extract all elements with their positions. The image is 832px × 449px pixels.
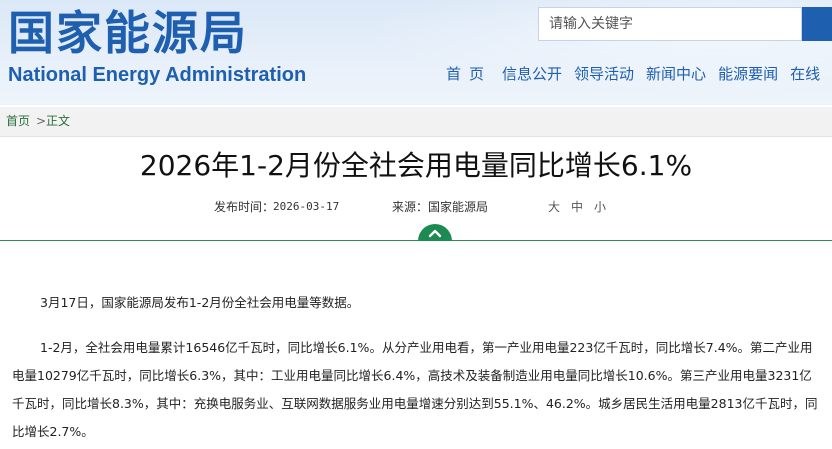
search-button[interactable] — [802, 7, 832, 41]
chevron-up-icon — [428, 229, 442, 238]
publish-date: 2026-03-17 — [273, 200, 340, 213]
site-logo-chinese[interactable]: 国家能源局 — [8, 6, 248, 60]
article-title: 2026年1-2月份全社会用电量同比增长6.1% — [139, 149, 693, 182]
font-size-small-button[interactable]: 小 — [594, 198, 606, 216]
publish-date-label: 发布时间： — [214, 200, 275, 214]
nav-item-home[interactable]: 首页 — [446, 62, 492, 86]
collapse-toggle-button[interactable] — [418, 224, 452, 241]
source-label: 来源： — [392, 200, 429, 214]
nav-item-online[interactable]: 在线 — [790, 62, 820, 86]
site-header: 国家能源局 National Energy Administration 首页 … — [0, 0, 832, 105]
font-size-large-button[interactable]: 大 — [548, 198, 560, 216]
nav-item-energy-news[interactable]: 能源要闻 — [718, 62, 778, 86]
main-nav: 首页 信息公开 领导活动 新闻中心 能源要闻 在线 — [446, 62, 832, 86]
article-paragraph: 1-2月，全社会用电量累计16546亿千瓦时，同比增长6.1%。从分产业用电看，… — [12, 340, 818, 439]
title-divider — [0, 240, 832, 241]
nav-item-info-disclosure[interactable]: 信息公开 — [502, 62, 562, 86]
breadcrumb: 首页 > 正文 — [0, 107, 832, 137]
breadcrumb-separator: > — [36, 114, 47, 128]
breadcrumb-current: 正文 — [46, 114, 71, 128]
article-paragraph: 3月17日，国家能源局发布1-2月份全社会用电量等数据。 — [40, 295, 360, 310]
search-input[interactable] — [538, 7, 802, 41]
font-size-medium-button[interactable]: 中 — [571, 198, 583, 216]
site-logo-english[interactable]: National Energy Administration — [8, 62, 306, 88]
nav-item-leadership[interactable]: 领导活动 — [574, 62, 634, 86]
source-value: 国家能源局 — [428, 200, 489, 214]
breadcrumb-home-link[interactable]: 首页 — [6, 107, 30, 136]
nav-item-news-center[interactable]: 新闻中心 — [646, 62, 706, 86]
